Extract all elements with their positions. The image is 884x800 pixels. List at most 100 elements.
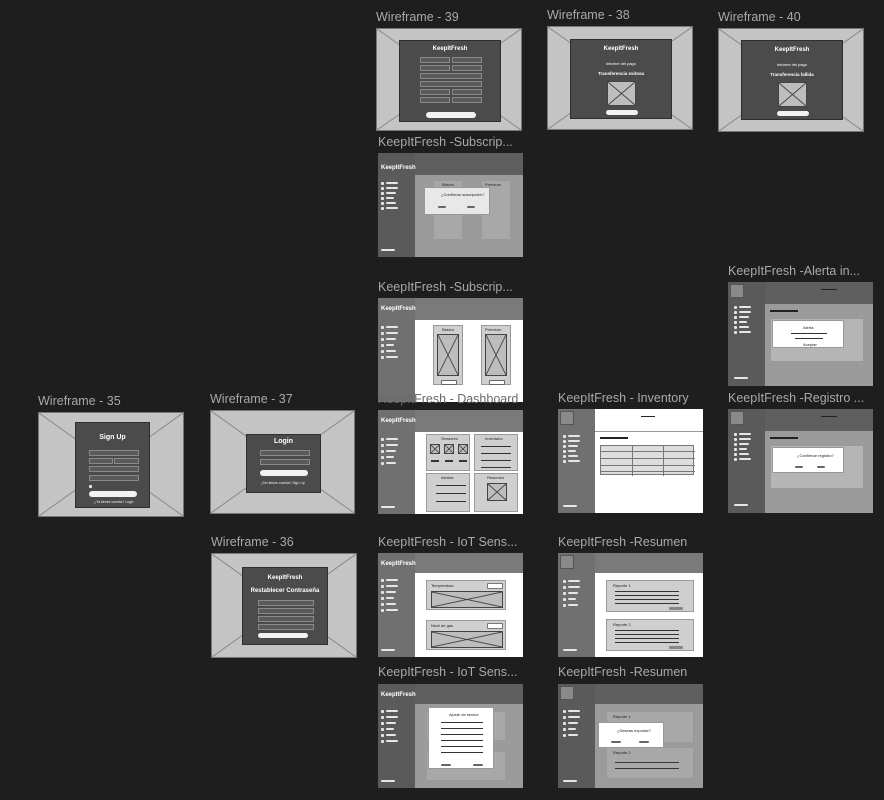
frame-wireframe-37[interactable]: Login ¿No tienes cuenta? Sign Up xyxy=(210,410,355,514)
input-field[interactable] xyxy=(89,450,139,456)
signup-footer[interactable]: ¿Ya tienes cuenta? Login xyxy=(94,500,133,504)
logout-item[interactable] xyxy=(734,377,748,379)
logout-item[interactable] xyxy=(381,506,395,508)
nav-item[interactable] xyxy=(568,450,576,452)
input-field[interactable] xyxy=(258,600,314,606)
nav-item[interactable] xyxy=(568,592,578,594)
nav-icon[interactable] xyxy=(381,187,384,190)
frame-registro[interactable]: ¿Confirmar registro? xyxy=(728,409,873,513)
input-field[interactable] xyxy=(452,65,482,71)
nav-item[interactable] xyxy=(386,338,396,340)
plan-card[interactable]: Básico xyxy=(433,325,463,385)
nav-item[interactable] xyxy=(739,438,751,440)
nav-item[interactable] xyxy=(568,722,578,724)
input-field[interactable] xyxy=(258,624,314,630)
input-field[interactable] xyxy=(114,458,139,464)
input-field[interactable] xyxy=(258,608,314,614)
nav-icon[interactable] xyxy=(563,716,566,719)
nav-icon[interactable] xyxy=(563,592,566,595)
frame-inventory[interactable] xyxy=(558,409,703,513)
nav-item[interactable] xyxy=(386,579,398,581)
modal-button[interactable] xyxy=(438,206,446,208)
nav-item[interactable] xyxy=(386,597,394,599)
modal-button[interactable] xyxy=(639,741,649,743)
nav-icon[interactable] xyxy=(381,344,384,347)
nav-icon[interactable] xyxy=(381,202,384,205)
nav-item[interactable] xyxy=(739,321,747,323)
nav-icon[interactable] xyxy=(734,448,737,451)
nav-item[interactable] xyxy=(386,609,398,611)
nav-item[interactable] xyxy=(386,722,396,724)
nav-item[interactable] xyxy=(568,604,578,606)
frame-subscription[interactable]: KeepItFresh Básico Premium xyxy=(378,298,523,402)
nav-icon[interactable] xyxy=(563,604,566,607)
nav-item[interactable] xyxy=(386,462,396,464)
pay-button[interactable] xyxy=(426,112,476,118)
nav-item[interactable] xyxy=(739,311,751,313)
nav-item[interactable] xyxy=(739,443,749,445)
frame-title-alerta[interactable]: KeepItFresh -Alerta in... xyxy=(728,264,873,278)
dashboard-panel[interactable]: Alertas xyxy=(426,473,470,512)
nav-item[interactable] xyxy=(568,716,580,718)
dashboard-panel[interactable]: Resumen xyxy=(474,473,518,512)
nav-item[interactable] xyxy=(386,444,398,446)
nav-icon[interactable] xyxy=(381,591,384,594)
nav-item[interactable] xyxy=(386,202,396,204)
report-card[interactable]: Reporte 1 xyxy=(606,580,694,612)
logout-item[interactable] xyxy=(563,649,577,651)
nav-item[interactable] xyxy=(568,586,580,588)
nav-icon[interactable] xyxy=(381,350,384,353)
nav-item[interactable] xyxy=(739,306,751,308)
nav-icon[interactable] xyxy=(563,435,566,438)
nav-icon[interactable] xyxy=(381,716,384,719)
nav-icon[interactable] xyxy=(734,438,737,441)
nav-item[interactable] xyxy=(386,456,394,458)
input-field[interactable] xyxy=(420,89,450,95)
logout-item[interactable] xyxy=(563,780,577,782)
logout-item[interactable] xyxy=(381,649,395,651)
nav-icon[interactable] xyxy=(563,460,566,463)
report-button[interactable] xyxy=(669,646,683,649)
nav-icon[interactable] xyxy=(734,306,737,309)
input-field[interactable] xyxy=(89,466,139,472)
nav-icon[interactable] xyxy=(381,585,384,588)
nav-icon[interactable] xyxy=(563,450,566,453)
frame-title-inventory[interactable]: KeepItFresh - Inventory xyxy=(558,391,703,405)
nav-icon[interactable] xyxy=(381,444,384,447)
input-field[interactable] xyxy=(420,81,482,87)
nav-icon[interactable] xyxy=(381,197,384,200)
nav-icon[interactable] xyxy=(381,740,384,743)
logout-item[interactable] xyxy=(381,780,395,782)
nav-item[interactable] xyxy=(386,710,398,712)
nav-item[interactable] xyxy=(386,740,398,742)
nav-item[interactable] xyxy=(739,326,749,328)
nav-item[interactable] xyxy=(568,455,578,457)
nav-icon[interactable] xyxy=(381,734,384,737)
nav-item[interactable] xyxy=(386,192,396,194)
nav-item[interactable] xyxy=(739,458,751,460)
nav-item[interactable] xyxy=(568,580,580,582)
nav-item[interactable] xyxy=(386,734,396,736)
frame-title-resumen1[interactable]: KeepItFresh -Resumen xyxy=(558,535,703,549)
login-button[interactable] xyxy=(260,470,308,476)
frame-subscription-modal[interactable]: KeepItFresh Básico Premium ¿Confirmar su… xyxy=(378,153,523,257)
sensor-toggle[interactable] xyxy=(487,583,503,589)
continue-button[interactable] xyxy=(606,110,638,115)
dashboard-panel[interactable]: Inventario xyxy=(474,434,518,471)
nav-item[interactable] xyxy=(568,440,580,442)
nav-icon[interactable] xyxy=(734,326,737,329)
nav-item[interactable] xyxy=(386,356,398,358)
modal-button[interactable] xyxy=(817,466,825,468)
sensor-toggle[interactable] xyxy=(487,623,503,629)
frame-iot-sensors[interactable]: KeepItFresh Temperatura Nivel de gas xyxy=(378,553,523,657)
frame-wireframe-40[interactable]: KeepItFresh Informe del pago Transferenc… xyxy=(718,28,864,132)
nav-icon[interactable] xyxy=(563,722,566,725)
nav-item[interactable] xyxy=(386,344,394,346)
input-field[interactable] xyxy=(452,97,482,103)
frame-title-resumen2[interactable]: KeepItFresh -Resumen xyxy=(558,665,703,679)
frame-wireframe-39[interactable]: KeepItFresh xyxy=(376,28,522,131)
logout-item[interactable] xyxy=(563,505,577,507)
nav-icon[interactable] xyxy=(381,609,384,612)
input-field[interactable] xyxy=(89,475,139,481)
frame-title-subs2[interactable]: KeepItFresh -Subscrip... xyxy=(378,280,523,294)
